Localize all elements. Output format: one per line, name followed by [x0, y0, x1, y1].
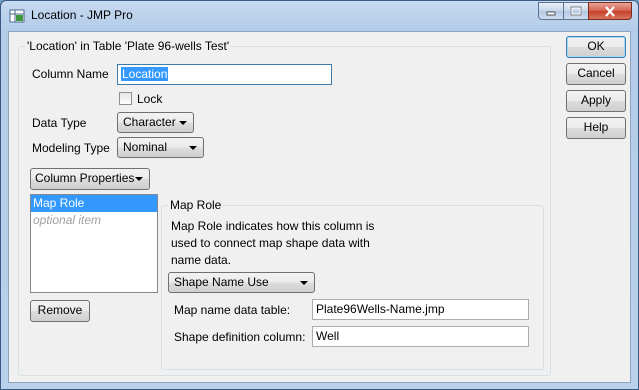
chevron-down-icon [189, 146, 197, 150]
map-role-panel: Map Role Map Role indicates how this col… [161, 198, 544, 370]
data-type-label: Data Type [32, 116, 87, 130]
chevron-down-icon [135, 177, 143, 181]
map-table-label: Map name data table: [174, 303, 291, 317]
chevron-down-icon [179, 121, 187, 125]
help-button[interactable]: Help [566, 117, 626, 139]
lock-checkbox[interactable] [119, 92, 132, 105]
data-type-dropdown[interactable]: Character [117, 112, 194, 133]
properties-list[interactable]: Map Role optional item [30, 194, 158, 293]
apply-button[interactable]: Apply [566, 90, 626, 112]
remove-button[interactable]: Remove [30, 300, 90, 322]
column-properties-menu[interactable]: Column Properties [30, 168, 150, 190]
map-role-description-3: name data. [171, 253, 232, 267]
shape-column-input[interactable]: Well [312, 326, 529, 347]
modeling-type-label: Modeling Type [32, 141, 110, 155]
dialog-window: Location - JMP Pro 'Location' in Table '… [0, 0, 639, 390]
minimize-icon [546, 11, 556, 16]
lock-label: Lock [137, 92, 163, 106]
map-role-description-2: used to connect map shape data with [171, 236, 370, 250]
map-table-input[interactable]: Plate96Wells-Name.jmp [312, 299, 529, 320]
shape-name-use-dropdown[interactable]: Shape Name Use [168, 272, 315, 293]
minimize-button[interactable] [538, 2, 564, 20]
list-item-optional[interactable]: optional item [31, 212, 157, 229]
list-item-map-role[interactable]: Map Role [31, 195, 157, 212]
chevron-down-icon [300, 281, 308, 285]
map-role-description-1: Map Role indicates how this column is [171, 219, 375, 233]
group-title: 'Location' in Table 'Plate 96-wells Test… [25, 39, 232, 53]
cancel-button[interactable]: Cancel [566, 63, 626, 85]
map-role-title: Map Role [168, 198, 224, 212]
column-name-input[interactable]: Location [117, 64, 332, 85]
column-info-group: 'Location' in Table 'Plate 96-wells Test… [18, 39, 551, 376]
jmp-app-icon [9, 8, 25, 24]
column-name-label: Column Name [32, 67, 109, 81]
title-bar[interactable]: Location - JMP Pro [1, 1, 638, 31]
close-button[interactable] [588, 2, 632, 20]
shape-column-label: Shape definition column: [174, 330, 306, 344]
window-title: Location - JMP Pro [31, 8, 133, 22]
ok-button[interactable]: OK [566, 36, 626, 58]
maximize-button[interactable] [563, 2, 589, 20]
modeling-type-dropdown[interactable]: Nominal [117, 137, 204, 158]
maximize-icon [570, 6, 582, 16]
close-icon [605, 5, 615, 17]
dialog-body: 'Location' in Table 'Plate 96-wells Test… [8, 31, 631, 383]
